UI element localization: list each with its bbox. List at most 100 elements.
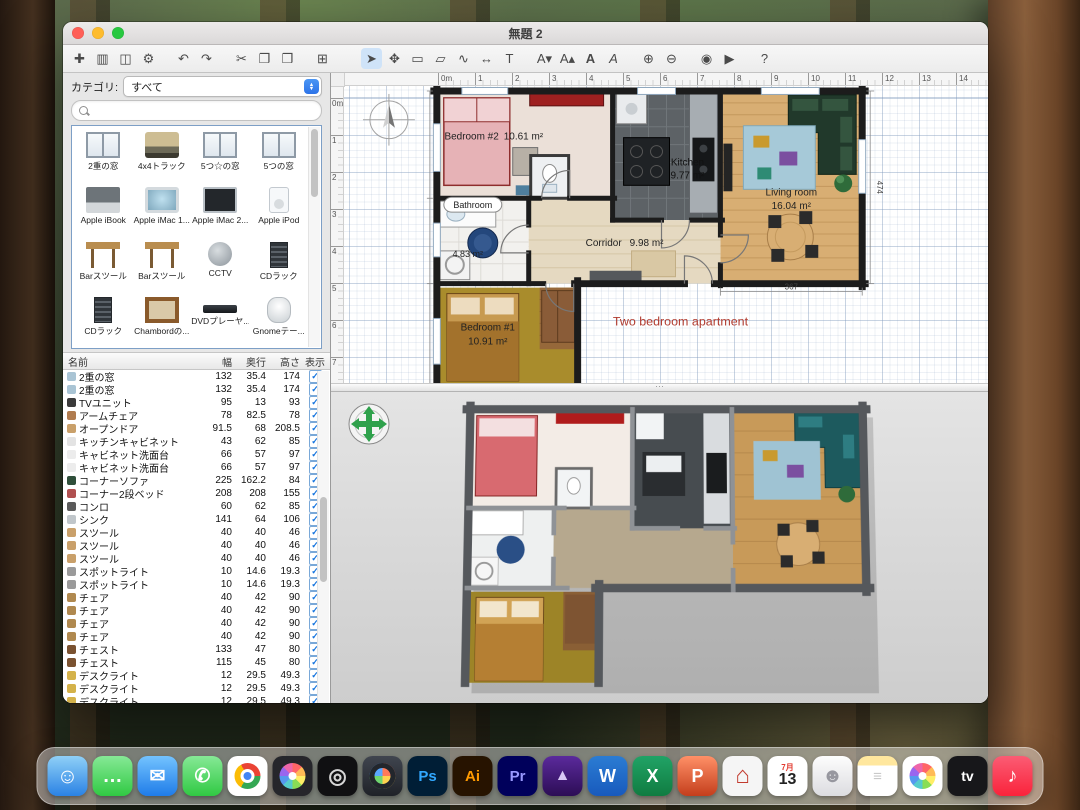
catalog-item[interactable]: DVDプレーヤ... — [191, 293, 250, 348]
dock-item[interactable]: tv — [948, 756, 988, 796]
toolbar-button[interactable]: ✚ — [69, 48, 90, 69]
minimize-button[interactable] — [92, 27, 104, 39]
catalog-scrollbar[interactable] — [308, 127, 320, 347]
dock-item[interactable]: ≡ — [858, 756, 898, 796]
toolbar-button[interactable]: ❒ — [277, 48, 298, 69]
catalog-item[interactable]: CCTV — [191, 238, 250, 293]
toolbar-button[interactable]: ⚙ — [138, 48, 159, 69]
toolbar-icon: ⊖ — [666, 51, 677, 67]
toolbar-button[interactable]: ➤ — [361, 48, 382, 69]
column-visible[interactable]: 表示 — [300, 354, 330, 369]
toolbar-button[interactable]: A — [603, 48, 624, 69]
dock-item[interactable] — [228, 756, 268, 796]
3d-navigation-control[interactable] — [347, 402, 391, 446]
view-3d-svg[interactable] — [331, 394, 988, 703]
toolbar-button[interactable]: ↷ — [196, 48, 217, 69]
column-width[interactable]: 幅 — [198, 354, 232, 369]
category-select[interactable]: すべて ▲▼ — [123, 76, 322, 97]
table-row[interactable]: デスクライト 12 29.5 49.3 ✓ — [63, 695, 330, 703]
toolbar-button[interactable]: ❐ — [254, 48, 275, 69]
toolbar-button[interactable]: A — [580, 48, 601, 69]
dock-item[interactable]: Pr — [498, 756, 538, 796]
dock-item[interactable] — [903, 756, 943, 796]
catalog-item-label: 2重の窓 — [74, 160, 132, 172]
compass[interactable] — [363, 94, 415, 146]
toolbar-button[interactable]: ↔ — [476, 48, 497, 69]
floor-plan-svg[interactable]: 367 474 Bedroom #210.61 m² Kitchen — [344, 86, 988, 383]
catalog-item[interactable]: Barスツール — [74, 238, 133, 293]
plan-annotation[interactable]: Two bedroom apartment — [613, 314, 749, 328]
room-label-bedroom1[interactable]: Bedroom #1 — [461, 322, 516, 333]
plan-3d-splitter[interactable]: ⋯ — [331, 383, 988, 392]
plan-canvas[interactable]: 367 474 Bedroom #210.61 m² Kitchen — [344, 86, 988, 383]
dock-item[interactable]: P — [678, 756, 718, 796]
catalog-item[interactable]: CDラック — [250, 238, 309, 293]
view-3d[interactable] — [331, 392, 988, 703]
toolbar-button[interactable]: ? — [754, 48, 775, 69]
catalog-item[interactable]: Apple iPod — [250, 183, 309, 238]
dock-item[interactable]: ✆ — [183, 756, 223, 796]
window-titlebar[interactable]: 無題 2 — [63, 22, 988, 45]
dock-item[interactable]: 7月 13 — [768, 756, 808, 796]
toolbar-button[interactable]: ▶ — [719, 48, 740, 69]
catalog-item[interactable]: Apple iMac 2... — [191, 183, 250, 238]
furniture-width: 40 — [198, 540, 232, 551]
toolbar-button[interactable]: ⊞ — [312, 48, 333, 69]
room-label-bathroom[interactable]: Bathroom — [453, 200, 492, 210]
catalog-item[interactable]: Gnomeテー... — [250, 293, 309, 348]
catalog-item[interactable]: CDラック — [74, 293, 133, 348]
catalog-item[interactable]: 5つの窓 — [250, 128, 309, 183]
zoom-window-button[interactable] — [112, 27, 124, 39]
dock-item[interactable]: ⌂ — [723, 756, 763, 796]
dock-item-glyph: ☻ — [822, 766, 843, 786]
catalog-item[interactable]: Chambordの... — [133, 293, 192, 348]
furniture-table-header[interactable]: 名前 幅 奥行 高さ 表示 — [63, 352, 330, 370]
plan-view[interactable]: 0m1234567891011121314 0m1234567 — [331, 73, 988, 383]
toolbar-button[interactable]: ⊕ — [638, 48, 659, 69]
toolbar-button[interactable]: ▥ — [92, 48, 113, 69]
toolbar-button[interactable]: ✂ — [231, 48, 252, 69]
toolbar-button[interactable]: ∿ — [453, 48, 474, 69]
dock-item[interactable] — [363, 756, 403, 796]
search-field[interactable] — [71, 100, 322, 121]
toolbar-button[interactable]: A▾ — [534, 48, 555, 69]
dock-item[interactable]: X — [633, 756, 673, 796]
search-input[interactable] — [93, 104, 314, 118]
table-scrollbar[interactable] — [317, 371, 329, 703]
toolbar-button[interactable]: ◫ — [115, 48, 136, 69]
catalog-item[interactable]: 5つ☆の窓 — [191, 128, 250, 183]
column-name[interactable]: 名前 — [63, 354, 198, 369]
room-label-livingroom[interactable]: Living room — [766, 187, 818, 198]
toolbar-button[interactable]: A▴ — [557, 48, 578, 69]
dock-item[interactable]: ✉ — [138, 756, 178, 796]
toolbar-button[interactable]: ◉ — [696, 48, 717, 69]
toolbar-button[interactable]: ⊖ — [661, 48, 682, 69]
catalog-item[interactable]: Apple iMac 1... — [133, 183, 192, 238]
furniture-icon — [67, 515, 76, 524]
dock-item[interactable]: ▲ — [543, 756, 583, 796]
room-label-bedroom2[interactable]: Bedroom #210.61 m² — [444, 132, 543, 143]
toolbar-button[interactable]: ↶ — [173, 48, 194, 69]
dock-item[interactable]: Ai — [453, 756, 493, 796]
toolbar-button[interactable]: T — [499, 48, 520, 69]
dock-item[interactable]: ♪ — [993, 756, 1033, 796]
dock-item[interactable] — [273, 756, 313, 796]
column-depth[interactable]: 奥行 — [232, 354, 266, 369]
catalog-item[interactable]: Barスツール — [133, 238, 192, 293]
catalog-item[interactable]: 4x4トラック — [133, 128, 192, 183]
toolbar-button[interactable]: ✥ — [384, 48, 405, 69]
room-label-kitchen[interactable]: Kitchen — [671, 157, 704, 168]
catalog-item[interactable]: Apple iBook — [74, 183, 133, 238]
dock-item[interactable]: … — [93, 756, 133, 796]
toolbar-button[interactable]: ▭ — [407, 48, 428, 69]
ruler-tick-label: 11 — [845, 73, 882, 85]
toolbar-button[interactable]: ▱ — [430, 48, 451, 69]
dock-item[interactable]: ☻ — [813, 756, 853, 796]
catalog-item[interactable]: 2重の窓 — [74, 128, 133, 183]
dock-item[interactable]: ☺ — [48, 756, 88, 796]
close-button[interactable] — [72, 27, 84, 39]
dock-item[interactable]: W — [588, 756, 628, 796]
column-height[interactable]: 高さ — [266, 354, 300, 369]
dock-item[interactable]: Ps — [408, 756, 448, 796]
dock-item[interactable]: ◎ — [318, 756, 358, 796]
